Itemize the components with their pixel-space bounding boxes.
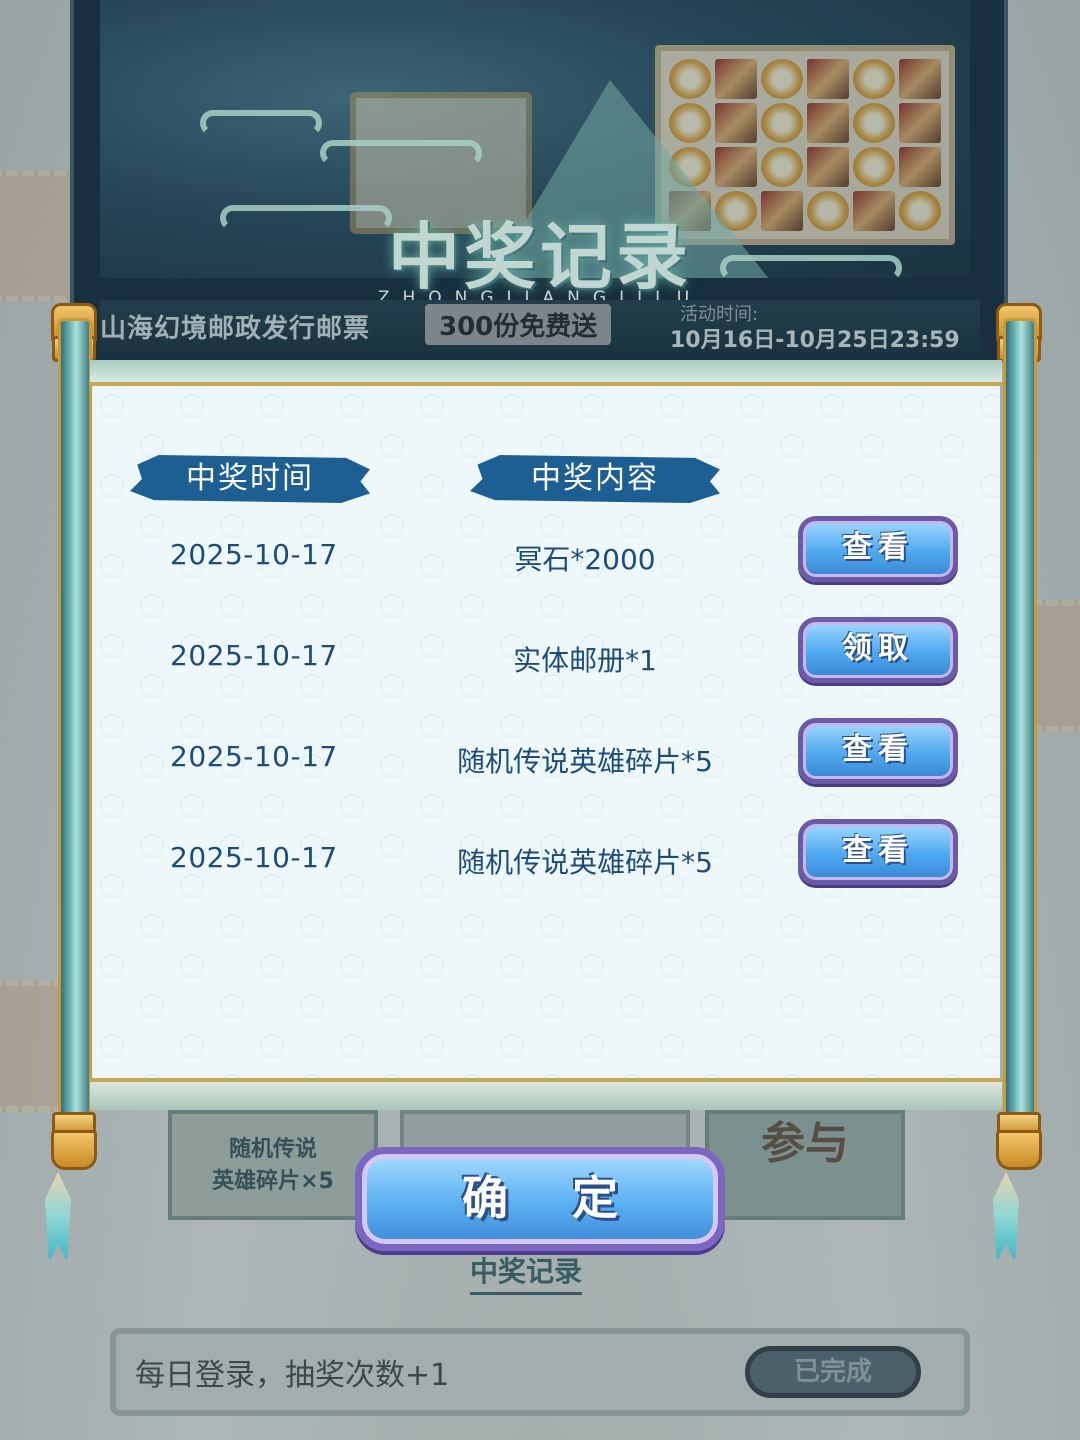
record-content: 随机传说英雄碎片*5 [457,846,713,879]
confirm-button[interactable]: 确 定 [355,1147,725,1251]
record-content: 实体邮册*1 [513,644,657,677]
header-win-time: 中奖时间 [130,455,370,503]
header-win-content: 中奖内容 [470,455,720,503]
left-rod-cap-bottom [51,1130,97,1170]
claim-button[interactable]: 领取 [798,617,958,683]
scroll-top-border [90,360,1002,386]
record-date: 2025-10-17 [170,740,338,773]
record-content: 随机传说英雄碎片*5 [457,745,713,778]
record-date: 2025-10-17 [170,841,338,874]
view-button[interactable]: 查看 [798,516,958,582]
view-button[interactable]: 查看 [798,819,958,885]
left-scroll-rod [58,318,92,1138]
record-date: 2025-10-17 [170,538,338,571]
right-scroll-rod [1003,318,1037,1138]
record-content: 冥石*2000 [514,543,656,576]
scroll-bottom-border [90,1078,1002,1110]
record-date: 2025-10-17 [170,639,338,672]
view-button[interactable]: 查看 [798,718,958,784]
right-rod-cap-bottom [996,1130,1042,1170]
